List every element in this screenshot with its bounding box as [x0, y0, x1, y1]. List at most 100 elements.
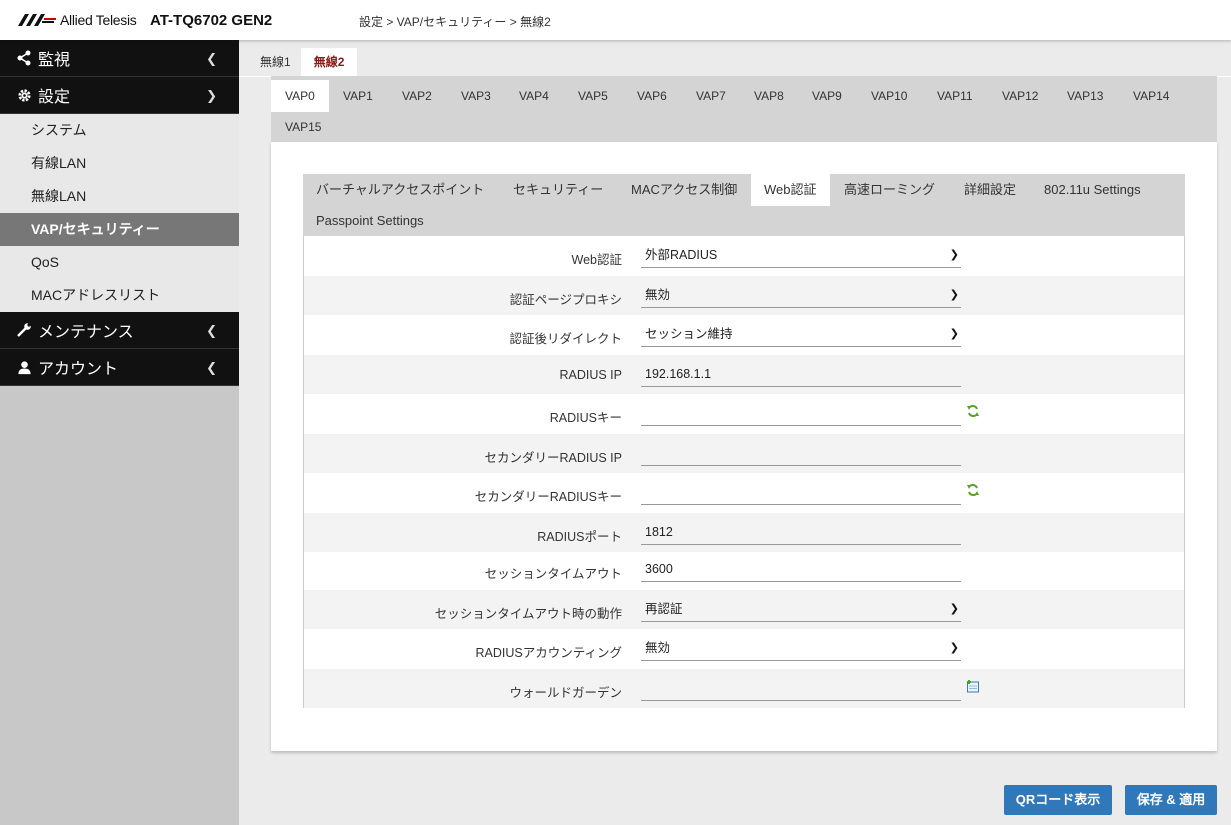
chevron-down-icon: ❯: [949, 642, 959, 654]
radius-accounting-select[interactable]: 無効 ❯: [641, 635, 961, 661]
form-row: セッションタイムアウト時の動作 再認証 ❯: [304, 589, 1184, 629]
auth-proxy-select[interactable]: 無効 ❯: [641, 282, 961, 308]
secondary-radius-ip-input[interactable]: [641, 440, 961, 466]
tab-vap3[interactable]: VAP3: [447, 80, 505, 112]
form-row: セカンダリーRADIUS IP: [304, 433, 1184, 473]
sidebar-item-vap-security[interactable]: VAP/セキュリティー: [0, 213, 239, 246]
tab-vap1[interactable]: VAP1: [329, 80, 387, 112]
sidebar-item-mac-address-list[interactable]: MACアドレスリスト: [0, 279, 239, 312]
tab-vap6[interactable]: VAP6: [623, 80, 681, 112]
field-label: Web認証: [571, 253, 622, 267]
tab-vap15[interactable]: VAP15: [271, 111, 335, 143]
radius-port-input[interactable]: 1812: [641, 519, 961, 545]
radius-key-input[interactable]: [641, 400, 961, 426]
field-label: RADIUSアカウンティング: [475, 646, 622, 660]
sidebar-item-maintenance[interactable]: メンテナンス ❮: [0, 312, 239, 349]
tab-vap5[interactable]: VAP5: [564, 80, 622, 112]
refresh-icon[interactable]: [966, 404, 980, 418]
select-value: セッション維持: [645, 327, 733, 341]
field-label: 認証ページプロキシ: [509, 292, 622, 307]
sidebar-item-monitor[interactable]: 監視 ❮: [0, 40, 239, 77]
field-label: 認証後リダイレクト: [509, 332, 622, 346]
sidebar-item-wired-lan[interactable]: 有線LAN: [0, 147, 239, 180]
tab-vap14[interactable]: VAP14: [1119, 80, 1183, 112]
tab-vap12[interactable]: VAP12: [988, 80, 1052, 112]
sidebar-item-system[interactable]: システム: [0, 114, 239, 147]
select-value: 外部RADIUS: [645, 248, 718, 262]
gear-icon: [16, 87, 32, 103]
field-label: セカンダリーRADIUSキー: [474, 490, 622, 504]
field-label: RADIUSポート: [537, 529, 622, 544]
add-entry-icon[interactable]: [966, 679, 980, 693]
field-label: RADIUS IP: [559, 367, 622, 382]
form-row: RADIUS IP 192.168.1.1: [304, 354, 1184, 394]
chevron-down-icon: ❯: [949, 249, 959, 261]
tab-vap7[interactable]: VAP7: [682, 80, 740, 112]
chevron-left-icon: ❮: [206, 51, 217, 66]
session-timeout-input[interactable]: 3600: [641, 556, 961, 582]
chevron-left-icon: ❮: [206, 323, 217, 338]
sidebar-label-monitor: 監視: [38, 52, 71, 69]
user-icon: [16, 359, 32, 375]
tab-radio1[interactable]: 無線1: [250, 48, 301, 76]
form-row: セッションタイムアウト 3600: [304, 550, 1184, 590]
save-apply-button[interactable]: 保存 & 適用: [1125, 785, 1217, 815]
field-label: ウォールドガーデン: [509, 685, 622, 700]
form-row: セカンダリーRADIUSキー: [304, 473, 1184, 513]
tab-80211u-settings[interactable]: 802.11u Settings: [1031, 174, 1154, 206]
redirect-select[interactable]: セッション維持 ❯: [641, 321, 961, 347]
vap-tab-bar: VAP0 VAP1 VAP2 VAP3 VAP4 VAP5 VAP6 VAP7 …: [271, 76, 1217, 142]
form-row: ウォールドガーデン: [304, 668, 1184, 708]
share-icon: [16, 50, 32, 66]
tab-vap11[interactable]: VAP11: [923, 80, 987, 112]
tab-radio2[interactable]: 無線2: [300, 48, 358, 76]
select-value: 無効: [645, 287, 671, 302]
chevron-down-icon: ❯: [206, 88, 217, 103]
tab-vap8[interactable]: VAP8: [740, 80, 798, 112]
sidebar-item-wireless-lan[interactable]: 無線LAN: [0, 180, 239, 213]
sidebar: 監視 ❮ 設定 ❯ システム 有線LAN 無線LAN VAP/セキュリティー Q…: [0, 40, 239, 825]
device-model: AT-TQ6702 GEN2: [150, 12, 273, 29]
walled-garden-input[interactable]: [641, 675, 961, 701]
secondary-radius-key-input[interactable]: [641, 479, 961, 505]
radius-ip-input[interactable]: 192.168.1.1: [641, 361, 961, 387]
sidebar-item-qos[interactable]: QoS: [0, 246, 239, 279]
sidebar-label-settings: 設定: [38, 89, 71, 106]
chevron-down-icon: ❯: [949, 328, 959, 340]
tab-virtual-access-point[interactable]: バーチャルアクセスポイント: [303, 174, 497, 206]
tab-security[interactable]: セキュリティー: [500, 174, 616, 206]
tab-vap13[interactable]: VAP13: [1053, 80, 1117, 112]
top-header: Allied Telesis AT-TQ6702 GEN2 設定 > VAP/セ…: [0, 0, 1231, 40]
web-auth-form: Web認証 外部RADIUS ❯ 認証ページプロキシ 無効 ❯ 認証後リダイレク…: [303, 236, 1185, 708]
select-value: 無効: [645, 641, 671, 655]
brand-logo: Allied Telesis: [18, 12, 137, 28]
sidebar-label-maintenance: メンテナンス: [38, 324, 134, 341]
refresh-icon[interactable]: [966, 483, 980, 497]
form-row: RADIUSキー: [304, 394, 1184, 434]
tab-passpoint-settings[interactable]: Passpoint Settings: [303, 205, 437, 237]
field-label: セカンダリーRADIUS IP: [484, 450, 622, 465]
timeout-action-select[interactable]: 再認証 ❯: [641, 596, 961, 622]
tab-mac-access-control[interactable]: MACアクセス制御: [618, 174, 750, 206]
web-auth-select[interactable]: 外部RADIUS ❯: [641, 242, 961, 268]
sidebar-item-settings[interactable]: 設定 ❯: [0, 77, 239, 114]
tab-fast-roaming[interactable]: 高速ローミング: [831, 174, 948, 206]
tab-web-auth[interactable]: Web認証: [751, 174, 830, 206]
tab-vap0[interactable]: VAP0: [271, 80, 329, 112]
sidebar-item-account[interactable]: アカウント ❮: [0, 349, 239, 386]
tab-vap9[interactable]: VAP9: [798, 80, 856, 112]
content-panel: バーチャルアクセスポイント セキュリティー MACアクセス制御 Web認証 高速…: [271, 142, 1217, 751]
form-row: Web認証 外部RADIUS ❯: [304, 236, 1184, 276]
select-value: 再認証: [645, 601, 683, 616]
logo-text: Allied Telesis: [60, 12, 137, 28]
allied-telesis-logo-icon: [18, 14, 56, 26]
field-label: RADIUSキー: [549, 411, 622, 425]
tab-vap10[interactable]: VAP10: [857, 80, 921, 112]
qr-code-button[interactable]: QRコード表示: [1004, 785, 1112, 815]
tab-vap2[interactable]: VAP2: [388, 80, 446, 112]
chevron-down-icon: ❯: [949, 288, 959, 301]
chevron-down-icon: ❯: [949, 602, 959, 615]
tab-advanced[interactable]: 詳細設定: [951, 174, 1029, 206]
form-row: RADIUSポート 1812: [304, 512, 1184, 552]
tab-vap4[interactable]: VAP4: [505, 80, 563, 112]
